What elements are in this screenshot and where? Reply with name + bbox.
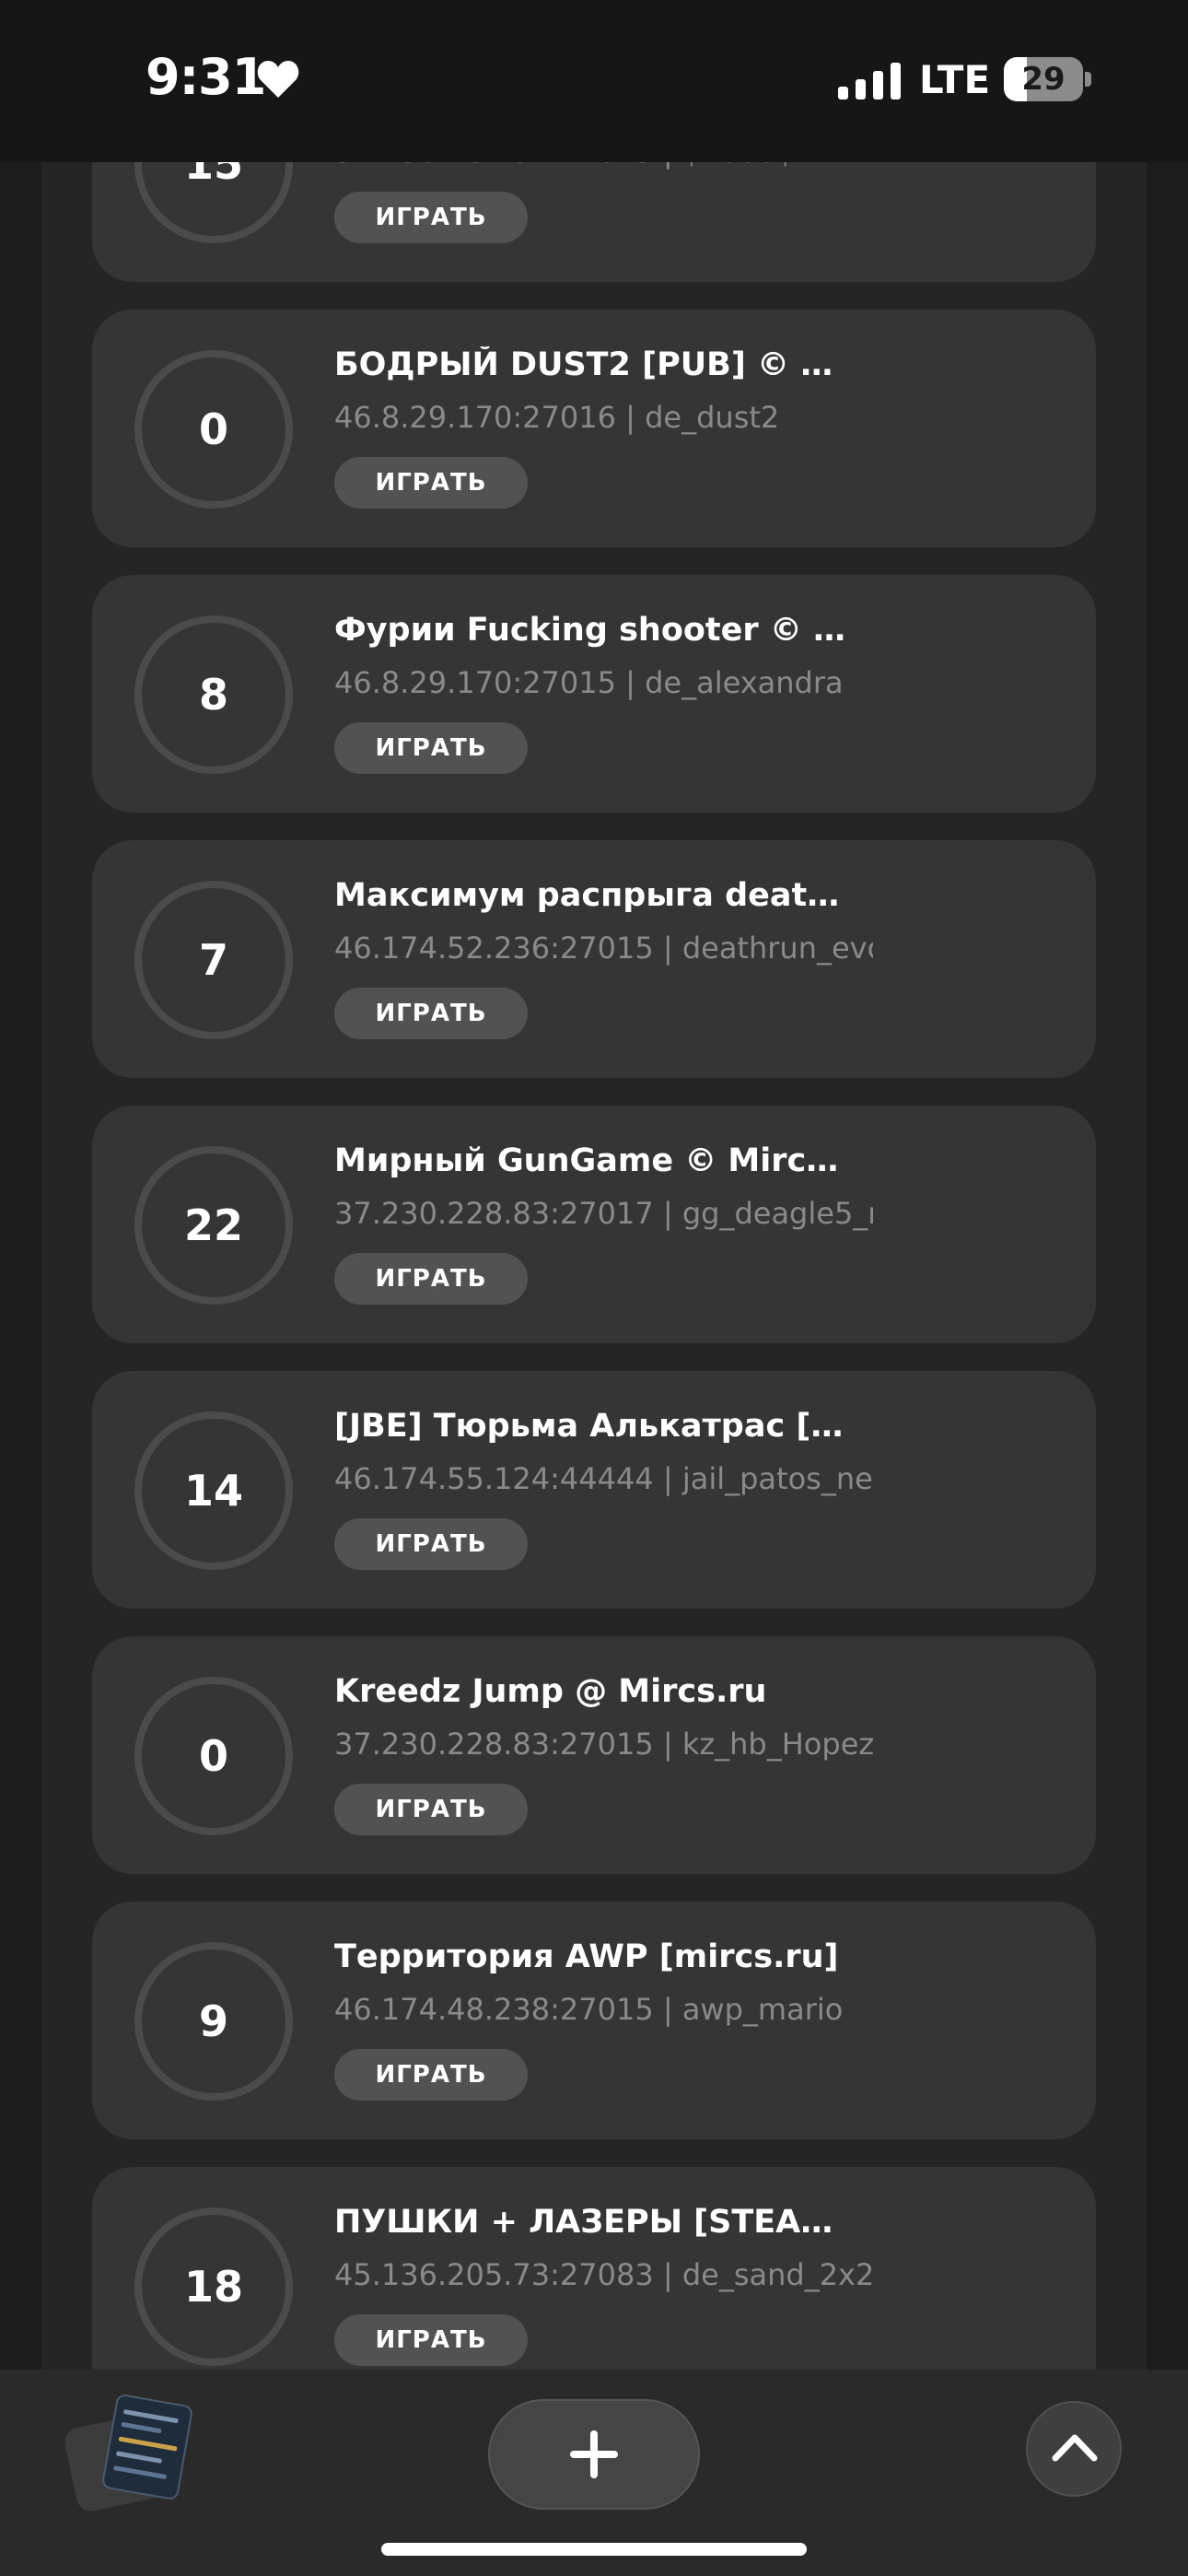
server-name: Kreedz Jump @ Mircs.ru xyxy=(334,1673,767,1710)
server-list-panel[interactable]: 15 37.230.162.94:27015 | $7000$ ИГРАТЬ 0 БОД… xyxy=(41,162,1147,2370)
player-count-ring: 7 xyxy=(134,881,293,1039)
server-name: Мирный GunGame © Mircs.ru xyxy=(334,1142,850,1179)
server-card[interactable]: 0 БОДРЫЙ DUST2 [PUB] © 18+ 46.8.29.170:270… xyxy=(92,310,1096,547)
status-time: 9:31 xyxy=(146,48,266,106)
player-count: 9 xyxy=(198,1996,228,2046)
player-count-ring: 0 xyxy=(134,1677,293,1835)
server-name: Территория AWP [mircs.ru] xyxy=(334,1938,839,1975)
server-card[interactable]: 14 [JBE] Тюрьма Алькатрас [14+] 46.174.55.… xyxy=(92,1371,1096,1609)
player-count: 18 xyxy=(183,2262,243,2312)
chevron-up-icon xyxy=(1052,2434,1098,2462)
battery-icon: 29 xyxy=(1004,57,1092,101)
browser-toolbar xyxy=(0,2370,1188,2576)
player-count-ring: 15 xyxy=(134,162,293,243)
player-count: 22 xyxy=(183,1200,243,1250)
play-button[interactable]: ИГРАТЬ xyxy=(334,988,528,1039)
server-name: БОДРЫЙ DUST2 [PUB] © 18+ xyxy=(334,346,850,383)
server-address: 46.8.29.170:27016 | de_dust2 xyxy=(334,400,780,435)
server-address: 37.230.228.83:27015 | kz_hb_Hopez xyxy=(334,1727,873,1762)
player-count: 14 xyxy=(183,1466,243,1516)
server-address: 46.174.52.236:27015 | deathrun_evolu xyxy=(334,931,873,966)
play-button[interactable]: ИГРАТЬ xyxy=(334,1518,528,1570)
player-count-ring: 0 xyxy=(134,350,293,509)
server-card[interactable]: 15 37.230.162.94:27015 | $7000$ ИГРАТЬ xyxy=(92,162,1096,282)
heart-icon xyxy=(257,61,299,98)
server-card[interactable]: 22 Мирный GunGame © Mircs.ru 37.230.228.83… xyxy=(92,1106,1096,1343)
app-screen: 9:31 LTE 29 15 37.230.162.94:27015 | $700… xyxy=(0,0,1188,2576)
play-button[interactable]: ИГРАТЬ xyxy=(334,1253,528,1305)
player-count: 15 xyxy=(183,162,243,189)
player-count: 0 xyxy=(198,1731,228,1781)
player-count-ring: 22 xyxy=(134,1146,293,1305)
server-card[interactable]: 0 Kreedz Jump @ Mircs.ru 37.230.228.83:270… xyxy=(92,1636,1096,1874)
scroll-to-top-button[interactable] xyxy=(1026,2401,1122,2497)
server-list: 15 37.230.162.94:27015 | $7000$ ИГРАТЬ 0 БОД… xyxy=(41,162,1147,2370)
network-type: LTE xyxy=(919,57,991,102)
server-address: 45.136.205.73:27083 | de_sand_2x2 xyxy=(334,2257,873,2292)
player-count-ring: 8 xyxy=(134,615,293,774)
server-name: [JBE] Тюрьма Алькатрас [14+] xyxy=(334,1408,850,1445)
battery-level: 29 xyxy=(1021,61,1066,98)
server-address: 37.230.228.83:27017 | gg_deagle5_ne xyxy=(334,1196,873,1231)
status-bar: 9:31 LTE 29 xyxy=(0,0,1188,162)
server-name: ПУШКИ + ЛАЗЕРЫ [STEAM BO... xyxy=(334,2204,850,2241)
player-count-ring: 9 xyxy=(134,1942,293,2101)
play-button[interactable]: ИГРАТЬ xyxy=(334,2314,528,2366)
server-name: Максимум распрыга deathrun... xyxy=(334,877,850,914)
new-tab-button[interactable] xyxy=(488,2399,700,2510)
home-indicator xyxy=(381,2543,807,2556)
server-name: Фурии Fucking shooter © MIR... xyxy=(334,612,850,649)
player-count: 0 xyxy=(198,404,228,454)
server-card[interactable]: 18 ПУШКИ + ЛАЗЕРЫ [STEAM BO... 45.136.205.… xyxy=(92,2167,1096,2370)
plus-icon xyxy=(570,2430,618,2478)
server-address: 46.8.29.170:27015 | de_alexandra xyxy=(334,665,844,700)
server-address: 46.174.55.124:44444 | jail_patos_new xyxy=(334,1461,873,1496)
player-count-ring: 14 xyxy=(134,1411,293,1570)
server-address: 46.174.48.238:27015 | awp_mario xyxy=(334,1992,844,2027)
play-button[interactable]: ИГРАТЬ xyxy=(334,2049,528,2101)
server-address: 37.230.162.94:27015 | $7000$ xyxy=(334,162,873,170)
signal-icon xyxy=(838,63,901,100)
play-button[interactable]: ИГРАТЬ xyxy=(334,1784,528,1835)
server-card[interactable]: 9 Территория AWP [mircs.ru] 46.174.48.238:… xyxy=(92,1902,1096,2139)
player-count: 8 xyxy=(198,670,228,720)
server-card[interactable]: 7 Максимум распрыга deathrun... 46.174.52.… xyxy=(92,840,1096,1078)
player-count: 7 xyxy=(198,935,228,985)
player-count-ring: 18 xyxy=(134,2207,293,2366)
server-card[interactable]: 8 Фурии Fucking shooter © MIR... 46.8.29.1… xyxy=(92,575,1096,813)
tabs-thumbnail-icon[interactable] xyxy=(62,2393,195,2514)
play-button[interactable]: ИГРАТЬ xyxy=(334,457,528,509)
play-button[interactable]: ИГРАТЬ xyxy=(334,192,528,243)
play-button[interactable]: ИГРАТЬ xyxy=(334,722,528,774)
